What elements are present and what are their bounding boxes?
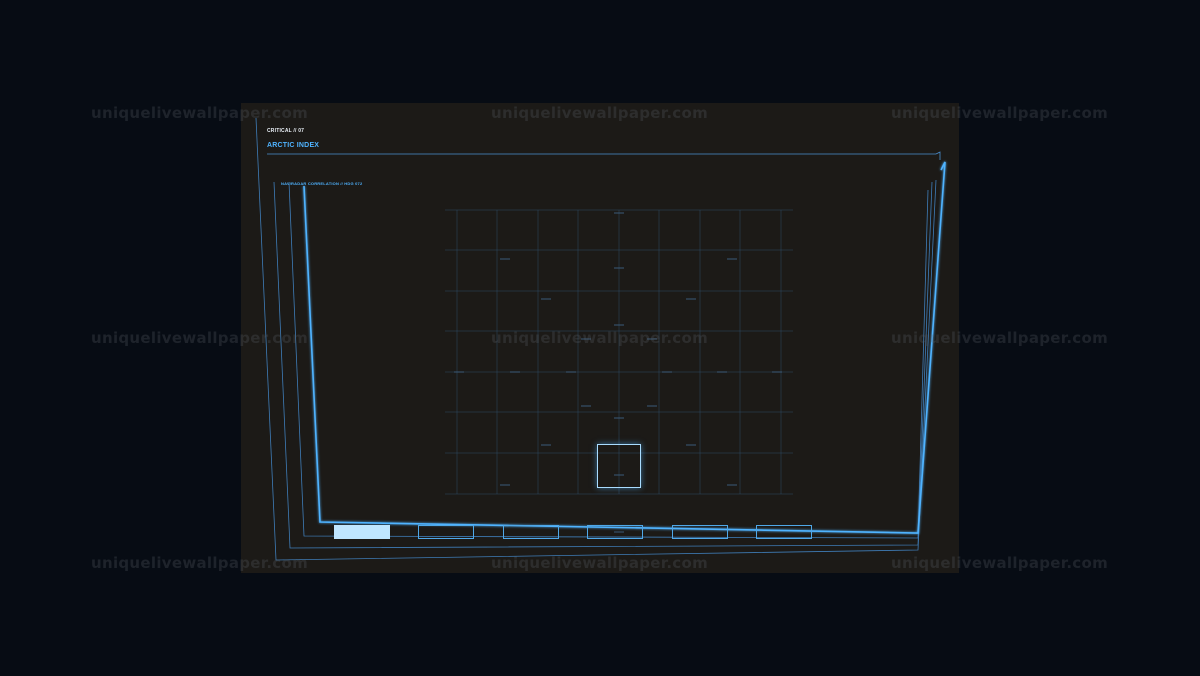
bottom-tab-1[interactable] [334, 525, 390, 539]
grid-tick-mark [500, 258, 510, 260]
outer-frame-2 [273, 181, 933, 549]
grid-tick-mark [454, 371, 464, 373]
grid-tick-mark [566, 371, 576, 373]
grid-tick-mark [500, 484, 510, 486]
grid-tick-mark [647, 338, 657, 340]
bottom-tab-6[interactable] [756, 525, 812, 539]
grid-tick-mark [772, 371, 782, 373]
bottom-tab-5[interactable] [672, 525, 728, 539]
grid-tick-mark [686, 298, 696, 300]
grid-tick-mark [541, 444, 551, 446]
bottom-tab-3[interactable] [503, 525, 559, 539]
grid-tick-mark [581, 338, 591, 340]
grid-tick-mark [541, 298, 551, 300]
target-reticle[interactable] [597, 444, 641, 488]
grid-tick-mark [717, 371, 727, 373]
grid-tick-mark [614, 212, 624, 214]
hud-frame [255, 117, 946, 561]
section-subtitle: NAV/RADAR CORRELATION // HDG 072 [281, 181, 363, 186]
bottom-tab-4[interactable] [587, 525, 643, 539]
header-rule-corner [935, 151, 941, 160]
grid-tick-mark [662, 371, 672, 373]
grid-tick-mark [727, 484, 737, 486]
bottom-tab-2[interactable] [418, 525, 474, 539]
grid-tick-mark [581, 405, 591, 407]
grid-tick-mark [510, 371, 520, 373]
wallpaper-stage: CRITICAL // 07 ARCTIC INDEX NAV/RADAR CO… [0, 0, 1200, 676]
grid-tick-mark [686, 444, 696, 446]
grid-tick-mark [647, 405, 657, 407]
page-title: ARCTIC INDEX [267, 142, 320, 149]
grid-tick-mark [727, 258, 737, 260]
status-label: CRITICAL // 07 [267, 128, 305, 134]
